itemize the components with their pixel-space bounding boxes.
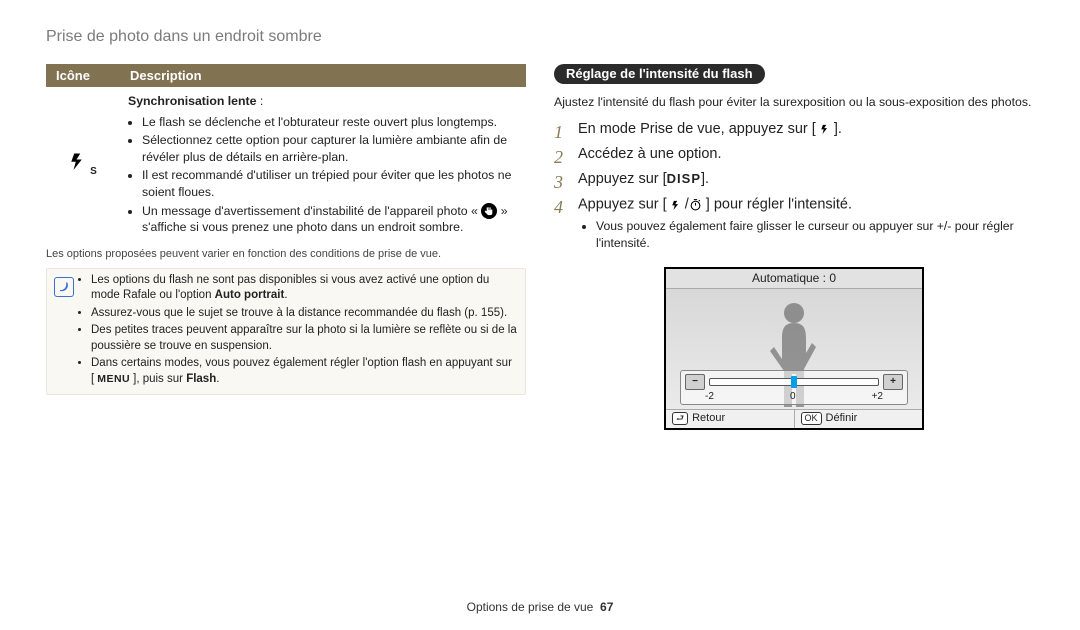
row-bullets: Le flash se déclenche et l'obturateur re… (128, 114, 518, 236)
bullet-4: Un message d'avertissement d'instabilité… (142, 203, 518, 236)
intro-paragraph: Ajustez l'intensité du flash pour éviter… (554, 94, 1034, 111)
footer-page-number: 67 (600, 600, 613, 614)
step-1: En mode Prise de vue, appuyez sur [ ]. (554, 119, 1034, 140)
lcd-mode-label: Automatique : 0 (666, 269, 922, 289)
tick-minus-2: -2 (705, 391, 714, 402)
step-4-sub: Vous pouvez également faire glisser le c… (578, 218, 1034, 253)
step-4: Appuyez sur [ / ] pour régler l'intensit… (554, 194, 1034, 253)
steps-list: En mode Prise de vue, appuyez sur [ ]. A… (554, 119, 1034, 253)
softkey-ok[interactable]: OK Définir (794, 410, 923, 428)
slider-ticks: -2 0 +2 (685, 391, 903, 402)
slow-sync-description: Synchronisation lente : Le flash se décl… (120, 87, 526, 242)
page-footer: Options de prise de vue 67 (0, 600, 1080, 614)
content-columns: Icône Description S Synchronisation lent… (46, 64, 1034, 430)
lcd-photo-area: − + -2 0 +2 (666, 289, 922, 409)
note-icon-wrap (51, 273, 77, 390)
slider-cursor[interactable] (791, 376, 797, 388)
page-title: Prise de photo dans un endroit sombre (46, 28, 1034, 46)
lcd-preview: Automatique : 0 − + (664, 267, 924, 430)
ok-key-icon: OK (801, 412, 822, 425)
left-column: Icône Description S Synchronisation lent… (46, 64, 526, 430)
back-key-icon: ⮐ (672, 412, 688, 425)
bullet-4-pre: Un message d'avertissement d'instabilité… (142, 204, 481, 218)
flash-bold: Flash (186, 373, 216, 385)
section-pill: Réglage de l'intensité du flash (554, 64, 765, 84)
flash-icon (69, 154, 92, 174)
th-description: Description (120, 64, 526, 87)
step-2: Accédez à une option. (554, 144, 1034, 165)
auto-portrait-label: Auto portrait (215, 289, 285, 301)
slow-sync-icon-cell: S (46, 87, 120, 242)
th-icon: Icône (46, 64, 120, 87)
menu-key-icon: MENU (94, 372, 133, 386)
slider-minus-button[interactable]: − (685, 374, 705, 390)
softkey-back[interactable]: ⮐ Retour (666, 410, 794, 428)
footer-section: Options de prise de vue (467, 600, 594, 614)
note-1: Les options du flash ne sont pas disponi… (91, 273, 517, 304)
info-note-icon (54, 277, 74, 297)
slider-row: − + (685, 374, 903, 390)
note-4: Dans certains modes, vous pouvez égaleme… (91, 356, 517, 387)
bullet-1: Le flash se déclenche et l'obturateur re… (142, 114, 518, 131)
step-3: Appuyez sur [DISP]. (554, 169, 1034, 190)
flash-key-icon-2 (671, 197, 685, 213)
bullet-2: Sélectionnez cette option pour capturer … (142, 132, 518, 165)
note-box: Les options du flash ne sont pas disponi… (46, 268, 526, 395)
step-4-sub-text: Vous pouvez également faire glisser le c… (596, 218, 1034, 253)
tick-plus-2: +2 (872, 391, 883, 402)
flash-options-table: Icône Description S Synchronisation lent… (46, 64, 526, 242)
shake-warning-icon (481, 203, 497, 219)
row-title-suffix: : (256, 94, 263, 108)
row-title: Synchronisation lente (128, 94, 256, 108)
lcd-softkeys: ⮐ Retour OK Définir (666, 409, 922, 428)
ok-key-label: Définir (826, 412, 858, 424)
note-list: Les options du flash ne sont pas disponi… (77, 273, 517, 390)
back-key-label: Retour (692, 412, 725, 424)
table-row: S Synchronisation lente : Le flash se dé… (46, 87, 526, 242)
options-footnote: Les options proposées peuvent varier en … (46, 248, 526, 260)
flash-key-icon (820, 121, 834, 137)
bullet-3: Il est recommandé d'utiliser un trépied … (142, 167, 518, 200)
right-column: Réglage de l'intensité du flash Ajustez … (554, 64, 1034, 430)
disp-key-icon: DISP (667, 171, 701, 186)
slider-track[interactable] (709, 378, 879, 386)
intensity-slider[interactable]: − + -2 0 +2 (680, 370, 908, 405)
note-3: Des petites traces peuvent apparaître su… (91, 323, 517, 354)
note-2: Assurez-vous que le sujet se trouve à la… (91, 306, 517, 322)
tick-0: 0 (790, 391, 796, 402)
timer-key-icon (689, 194, 702, 215)
slider-plus-button[interactable]: + (883, 374, 903, 390)
slow-sync-sub: S (90, 166, 97, 177)
